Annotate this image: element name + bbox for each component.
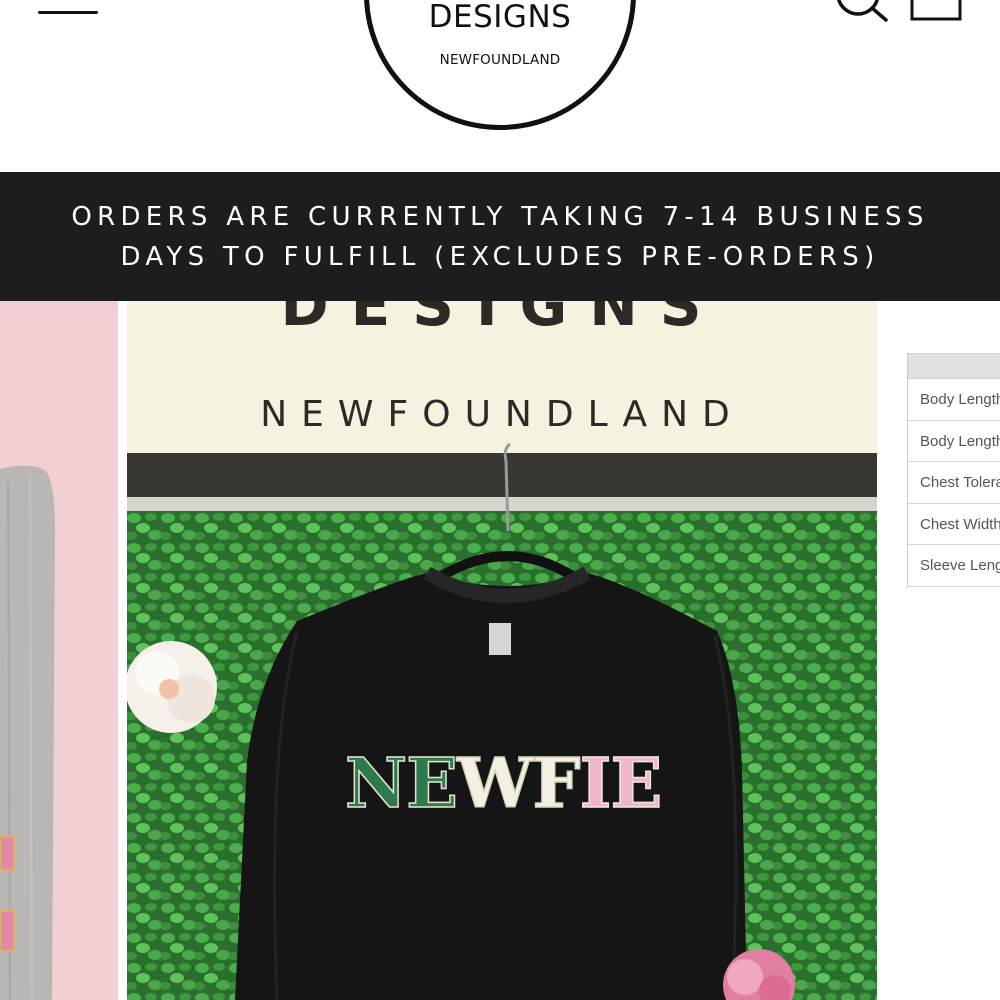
announcement-line-1: ORDERS ARE CURRENTLY TAKING 7-14 BUSINES… bbox=[71, 201, 929, 232]
shirt-letter: E bbox=[610, 744, 663, 824]
previous-product-image[interactable] bbox=[0, 301, 118, 1000]
menu-icon bbox=[38, 11, 98, 14]
shirt-letter: W bbox=[456, 744, 534, 824]
menu-button[interactable] bbox=[38, 0, 100, 24]
search-icon bbox=[837, 0, 888, 22]
cart-button[interactable] bbox=[906, 0, 966, 24]
size-chart-row: Chest Tolerance bbox=[908, 462, 1000, 504]
product-gallery: DESIGNS NEWFOUNDLAND NEWFIE Body Length … bbox=[0, 301, 1000, 1000]
sign-newfoundland-text: NEWFOUNDLAND bbox=[260, 394, 744, 435]
shirt-newfie-text: NEWFIE bbox=[344, 748, 663, 820]
shirt-letter: E bbox=[405, 744, 458, 824]
shirt-letter: F bbox=[532, 744, 582, 824]
size-chart-row: Body Length bbox=[908, 379, 1000, 421]
main-product-image[interactable]: DESIGNS NEWFOUNDLAND NEWFIE bbox=[127, 301, 877, 1000]
announcement-bar: ORDERS ARE CURRENTLY TAKING 7-14 BUSINES… bbox=[0, 172, 1000, 301]
size-chart-table[interactable]: Body Length Body Length Chest Tolerance … bbox=[907, 353, 1000, 587]
shirt-letter: N bbox=[344, 744, 408, 824]
size-chart-row: Sleeve Length bbox=[908, 545, 1000, 587]
logo-main-text: DESIGNS bbox=[428, 0, 572, 35]
sign-designs-text: DESIGNS bbox=[280, 301, 724, 339]
store-logo[interactable]: DESIGNS NEWFOUNDLAND bbox=[364, 0, 636, 130]
site-header: DESIGNS NEWFOUNDLAND bbox=[0, 0, 1000, 172]
grey-sweatshirt-image bbox=[0, 301, 118, 1000]
size-chart-row: Body Length bbox=[908, 421, 1000, 462]
shirt-letter: I bbox=[579, 744, 612, 824]
announcement-line-2: DAYS TO FULFILL (EXCLUDES PRE-ORDERS) bbox=[120, 241, 880, 272]
logo-sub-text: NEWFOUNDLAND bbox=[439, 52, 561, 68]
cart-icon bbox=[910, 0, 962, 21]
search-button[interactable] bbox=[826, 0, 890, 24]
size-chart-row: Chest Width bbox=[908, 504, 1000, 545]
size-chart-header bbox=[908, 353, 1000, 379]
